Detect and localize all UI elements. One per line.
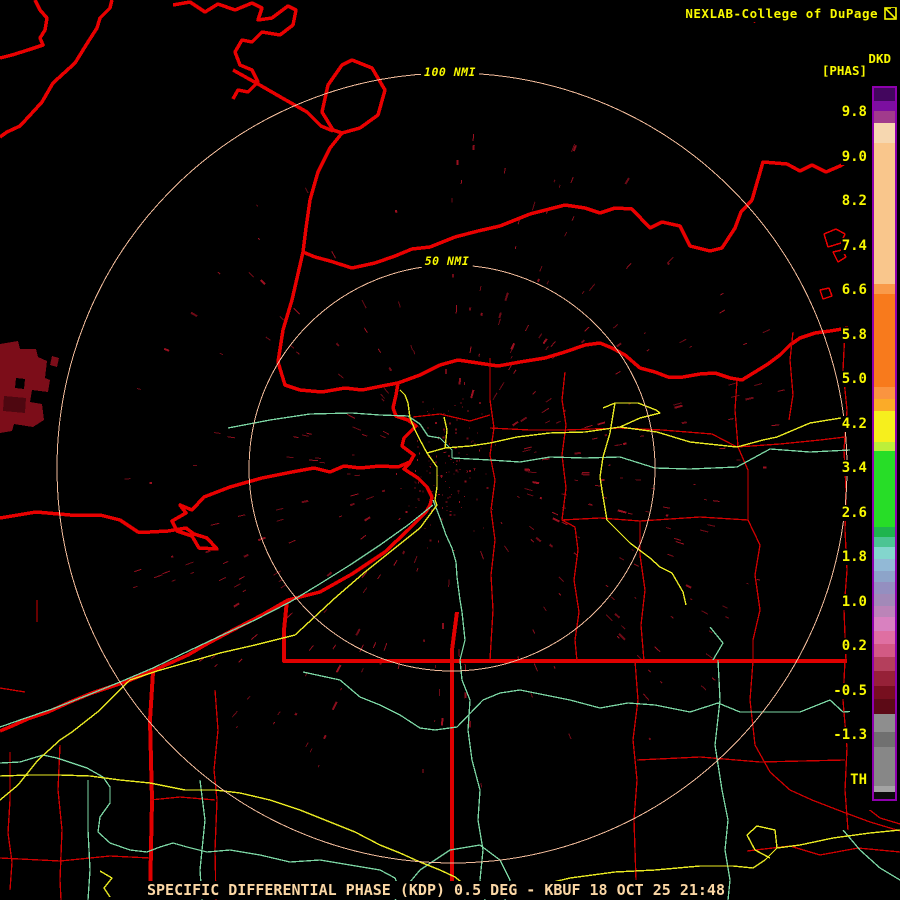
colorbar-segment	[874, 442, 895, 451]
colorbar-tick: TH	[849, 771, 868, 788]
colorbar-segment	[874, 686, 895, 699]
colorbar-segment	[874, 451, 895, 527]
colorbar-segment	[874, 88, 895, 101]
colorbar-tick: 4.2	[840, 415, 868, 432]
colorbar-tick: 7.4	[840, 237, 868, 254]
colorbar-segment	[874, 411, 895, 442]
colorbar-segment	[874, 527, 895, 537]
range-ring-label-50nmi: 50 NMI	[421, 254, 473, 268]
colorbar-tick: 2.6	[840, 504, 868, 521]
colorbar-tick: 6.6	[840, 282, 868, 298]
product-id-label: DKD	[866, 51, 893, 66]
colorbar-tick: 0.2	[840, 638, 868, 654]
colorbar-tick: 3.4	[840, 460, 868, 476]
colorbar-segment	[874, 606, 895, 617]
colorbar-segment	[874, 143, 895, 284]
header: NEXLAB-College of DuPage	[683, 5, 897, 22]
colorbar-segment	[874, 594, 895, 606]
radar-clutter-speckles	[124, 133, 785, 788]
nexlab-logo-icon	[884, 7, 897, 20]
colorbar-segment	[874, 399, 895, 411]
precip-echo-blob	[0, 341, 50, 433]
colorbar-segment	[874, 617, 895, 631]
site-title: NEXLAB-College of DuPage	[683, 5, 880, 22]
radar-display: NEXLAB-College of DuPage DKD [PHAS] 100 …	[0, 0, 900, 900]
colorbar-tick: -1.3	[832, 727, 868, 743]
colorbar-segment	[874, 582, 895, 594]
colorbar-segment	[874, 387, 895, 399]
colorbar-segment	[874, 284, 895, 294]
colorbar-segment	[874, 547, 895, 559]
colorbar-segment	[874, 657, 895, 671]
colorbar-tick: 5.0	[840, 371, 868, 387]
colorbar-tick: 1.8	[840, 549, 868, 565]
colorbar-tick: 8.2	[840, 193, 868, 209]
colorbar-segment	[874, 631, 895, 644]
precip-echo-notch	[15, 378, 25, 389]
colorbar-tick: 9.8	[840, 104, 868, 120]
colorbar-tick: 5.8	[840, 326, 868, 343]
colorbar	[872, 86, 897, 801]
colorbar-tick: 9.0	[840, 148, 868, 165]
colorbar-segment	[874, 537, 895, 547]
colorbar-tick: -0.5	[832, 682, 868, 699]
colorbar-segment	[874, 699, 895, 714]
colorbar-segment	[874, 111, 895, 123]
colorbar-segment	[874, 101, 895, 111]
colorbar-segment	[874, 571, 895, 582]
colorbar-segment	[874, 123, 895, 143]
colorbar-segment	[874, 294, 895, 387]
range-ring-label-100nmi: 100 NMI	[421, 65, 479, 79]
shorelines	[0, 0, 853, 733]
radar-map[interactable]	[0, 0, 900, 900]
colorbar-segment	[874, 732, 895, 747]
product-units-label: [PHAS]	[819, 63, 869, 78]
colorbar-segment	[874, 747, 895, 786]
precip-echo-small	[50, 356, 59, 367]
colorbar-segment	[874, 644, 895, 657]
status-bar: SPECIFIC DIFFERENTIAL PHASE (KDP) 0.5 DE…	[145, 881, 727, 899]
colorbar-tick: 1.0	[840, 593, 868, 610]
colorbar-segment	[874, 671, 895, 686]
colorbar-segment	[874, 792, 895, 799]
precip-echo-core	[3, 396, 26, 413]
colorbar-segment	[874, 714, 895, 732]
colorbar-segment	[874, 559, 895, 571]
